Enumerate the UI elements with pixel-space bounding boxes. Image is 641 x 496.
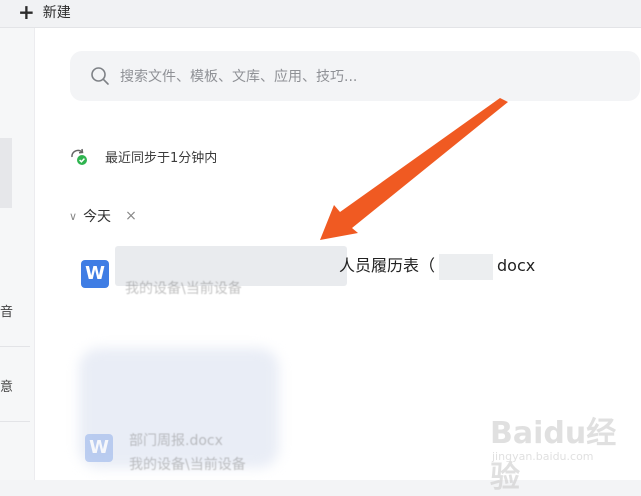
sync-icon [71,148,87,165]
faded-file-name[interactable]: 部门周报.docx [129,430,223,450]
group-label: 今天 [83,209,112,225]
search-icon [91,67,109,85]
left-sidebar: 音 意 [0,28,35,480]
top-toolbar: + 新建 [0,0,641,28]
sidebar-divider [0,421,30,422]
sync-status-text: 最近同步于1分钟内 [105,151,218,166]
file-extension: docx [497,256,536,275]
sidebar-selected-item[interactable] [0,138,12,208]
faded-file-location: 我的设备\当前设备 [129,457,246,473]
sync-status: 最近同步于1分钟内 [69,147,217,166]
file-row[interactable]: W 人员履历表（ docx 我的设备\当前设备 [75,246,595,298]
word-doc-icon: W [85,434,113,462]
chevron-down-icon[interactable]: ∨ [69,210,77,223]
plus-icon: + [18,0,35,24]
sidebar-item-label[interactable]: 音 [0,301,13,320]
baidu-watermark: Baidu经验 jingyan.baidu.com [480,404,630,495]
group-header-today[interactable]: ∨ 今天 × [69,206,137,226]
search-placeholder[interactable]: 搜索文件、模板、文库、应用、技巧... [120,66,357,86]
redacted-gap [439,253,494,280]
file-name-part: 人员履历表（ [339,256,436,275]
file-location: 我的设备\当前设备 [125,281,242,297]
watermark-url: jingyan.baidu.com [492,450,594,463]
sidebar-divider [0,346,30,347]
word-doc-icon: W [81,260,109,288]
file-name[interactable]: 人员履历表（ docx [339,252,535,280]
close-icon[interactable]: × [125,208,137,224]
sidebar-item-label[interactable]: 意 [0,376,13,395]
new-button[interactable]: + 新建 [18,0,71,24]
new-button-label: 新建 [42,5,71,21]
search-bar[interactable]: 搜索文件、模板、文库、应用、技巧... [70,51,640,101]
